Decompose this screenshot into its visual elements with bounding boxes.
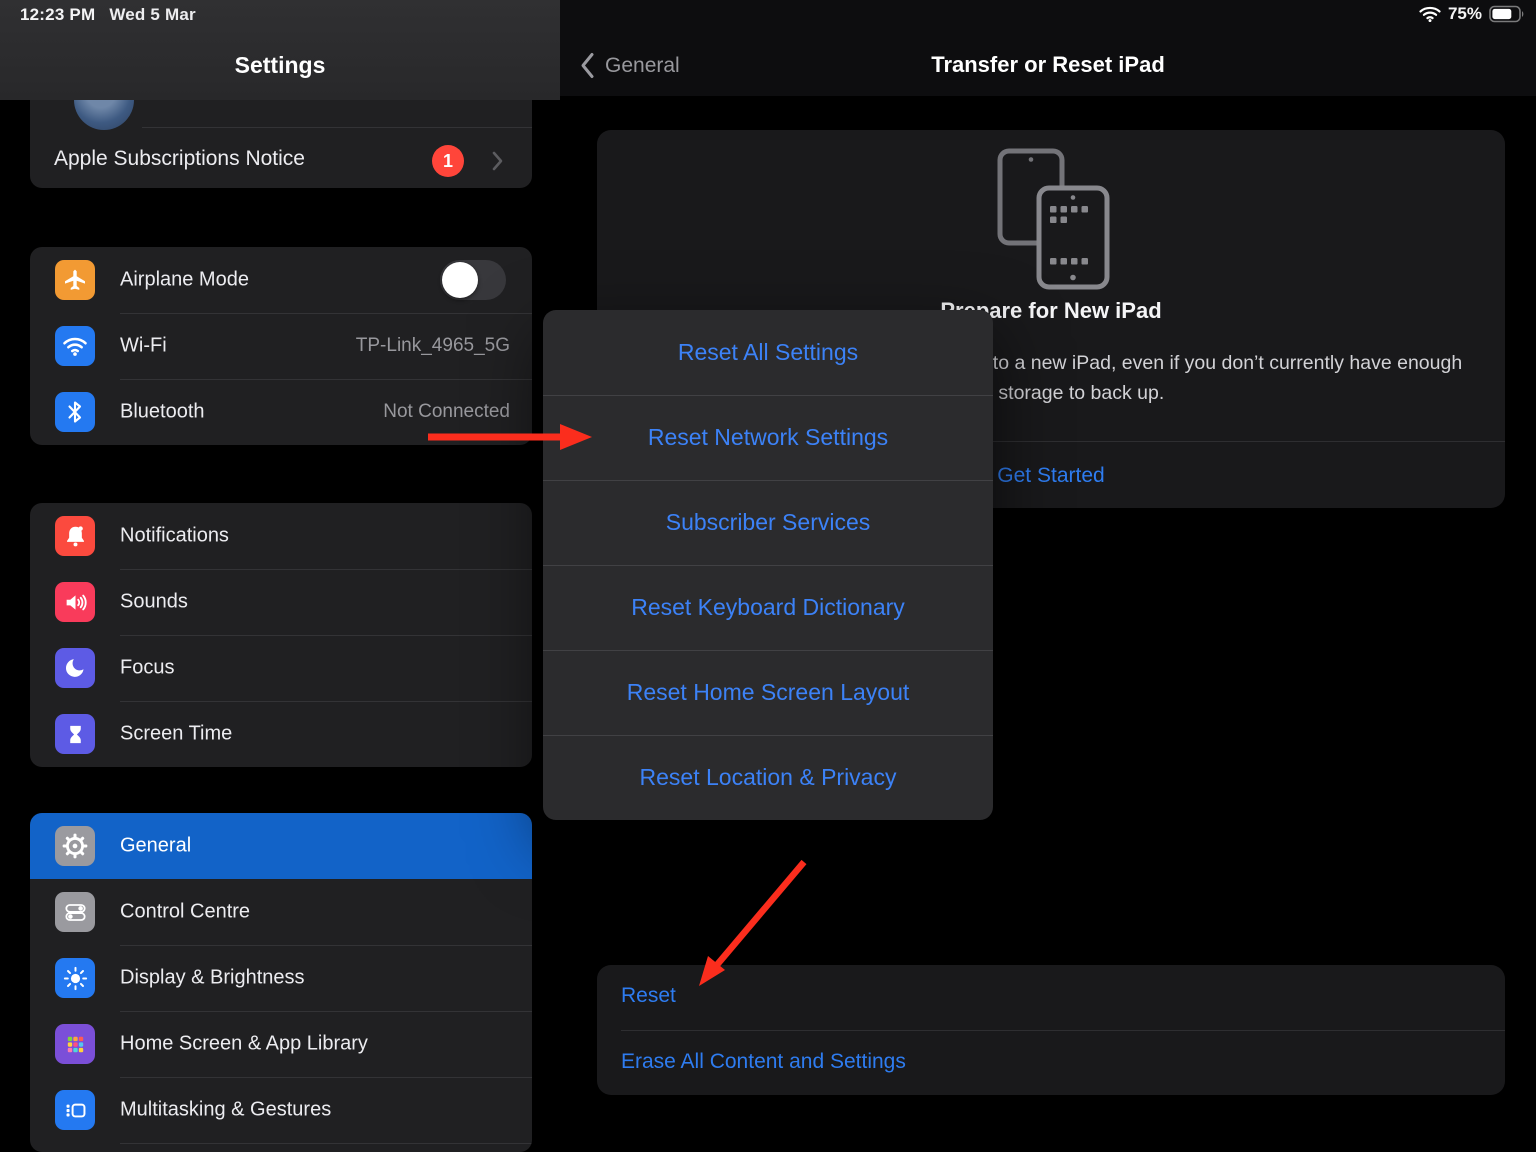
wifi-row[interactable]: Wi-Fi TP-Link_4965_5G [30,313,532,379]
status-right-cluster: 75% [1419,4,1526,24]
menu-item-reset-location-privacy[interactable]: Reset Location & Privacy [543,735,993,820]
menu-item-reset-network-settings[interactable]: Reset Network Settings [543,395,993,480]
general-label: General [120,835,191,858]
airplane-mode-toggle[interactable] [440,260,506,300]
notification-badge: 1 [432,145,464,177]
airplane-icon [55,260,95,300]
bell-icon [55,516,95,556]
general-card: General Control Centre [30,813,532,1152]
status-time: 12:23 PM [20,5,95,24]
sounds-label: Sounds [120,591,188,614]
subscriptions-notice-label: Apple Subscriptions Notice [54,147,305,171]
focus-label: Focus [120,657,174,680]
divider [142,127,532,128]
multitask-icon [55,1090,95,1130]
sidebar-title: Settings [0,52,560,79]
back-label: General [605,54,680,78]
status-time-date: 12:23 PM Wed 5 Mar [20,5,196,25]
menu-item-reset-all-settings[interactable]: Reset All Settings [543,310,993,395]
toggle-knob [442,262,478,298]
focus-row[interactable]: Focus [30,635,532,701]
sounds-row[interactable]: Sounds [30,569,532,635]
menu-item-reset-home-screen-layout[interactable]: Reset Home Screen Layout [543,650,993,735]
home-screen-label: Home Screen & App Library [120,1033,368,1056]
notifications-label: Notifications [120,525,229,548]
erase-all-link[interactable]: Erase All Content and Settings [621,1050,906,1074]
menu-item-subscriber-services[interactable]: Subscriber Services [543,480,993,565]
reset-popup-menu: Reset All Settings Reset Network Setting… [543,310,993,820]
two-devices-transfer-icon [995,146,1113,292]
sun-icon [55,958,95,998]
app-grid-icon [55,1024,95,1064]
chevron-right-icon [492,151,504,171]
speaker-icon [55,582,95,622]
airplane-mode-row[interactable]: Airplane Mode [30,247,532,313]
sidebar-item-display-brightness[interactable]: Display & Brightness [30,945,532,1011]
back-button[interactable]: General [580,52,680,79]
bluetooth-label: Bluetooth [120,401,205,424]
multitasking-label: Multitasking & Gestures [120,1099,331,1122]
detail-title: Transfer or Reset iPad [560,52,1536,78]
alerts-card: Notifications Sounds Focus [30,503,532,767]
detail-nav-bar [560,0,1536,96]
ipad-settings-screen: Apple Subscriptions Notice 1 Settings 12… [0,0,1536,1152]
airplane-mode-label: Airplane Mode [120,269,249,292]
menu-item-reset-keyboard-dictionary[interactable]: Reset Keyboard Dictionary [543,565,993,650]
notifications-row[interactable]: Notifications [30,503,532,569]
sidebar-item-control-centre[interactable]: Control Centre [30,879,532,945]
red-arrow-to-reset-link [680,852,830,1002]
hourglass-icon [55,714,95,754]
bluetooth-icon [55,392,95,432]
gear-icon [55,826,95,866]
wifi-label: Wi-Fi [120,335,167,358]
wifi-value: TP-Link_4965_5G [356,335,510,357]
battery-icon [1489,5,1526,23]
screen-time-label: Screen Time [120,723,232,746]
screen-time-row[interactable]: Screen Time [30,701,532,767]
divider [120,1143,532,1144]
chevron-left-icon [580,52,595,79]
wifi-status-icon [1419,6,1441,22]
sidebar-item-multitasking[interactable]: Multitasking & Gestures [30,1077,532,1143]
battery-percent: 75% [1448,4,1482,24]
divider [621,1030,1505,1031]
wifi-icon [55,326,95,366]
red-arrow-to-reset-network-settings [424,419,596,455]
moon-icon [55,648,95,688]
display-brightness-label: Display & Brightness [120,967,305,990]
toggles-icon [55,892,95,932]
status-date: Wed 5 Mar [109,5,196,24]
reset-link[interactable]: Reset [621,984,676,1008]
connectivity-card: Airplane Mode Wi-Fi TP-Link_4965_5G [30,247,532,445]
sidebar-item-home-screen[interactable]: Home Screen & App Library [30,1011,532,1077]
control-centre-label: Control Centre [120,901,250,924]
sidebar-item-general[interactable]: General [30,813,532,879]
